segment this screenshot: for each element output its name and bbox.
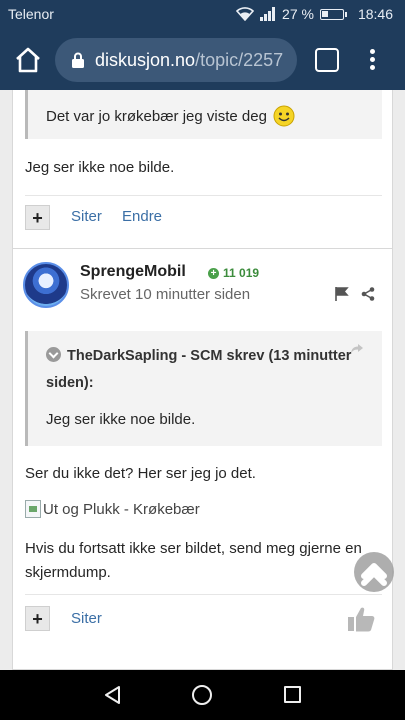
like-icon[interactable] xyxy=(347,605,375,633)
quote-block: TheDarkSapling - SCM skrev (13 minutter … xyxy=(25,331,382,446)
overflow-menu-icon[interactable] xyxy=(362,46,382,74)
browser-toolbar: diskusjon.no/topic/2257 xyxy=(0,30,405,90)
status-bar: Telenor 27 % 18:46 xyxy=(0,0,405,30)
quote-link[interactable]: Siter xyxy=(71,610,102,627)
recent-apps-icon[interactable] xyxy=(284,686,301,703)
post-paragraph: Ser du ikke det? Her ser jeg jo det. xyxy=(25,465,256,482)
url-host: diskusjon.no xyxy=(95,49,196,70)
multiquote-button[interactable]: + xyxy=(25,606,50,631)
quote-source-icon[interactable] xyxy=(350,343,364,355)
scroll-to-top-button[interactable] xyxy=(354,552,394,592)
quote-block: Det var jo krøkebær jeg viste deg xyxy=(25,90,382,139)
embedded-image[interactable]: Ut og Plukk - Krøkebær xyxy=(25,500,200,518)
collapse-icon[interactable] xyxy=(46,347,61,362)
tabs-icon[interactable] xyxy=(315,48,339,72)
post-timestamp: Skrevet 10 minutter siden xyxy=(80,286,251,303)
divider xyxy=(25,594,382,595)
carrier-label: Telenor xyxy=(8,6,54,22)
multiquote-button[interactable]: + xyxy=(25,205,50,230)
divider xyxy=(25,195,382,196)
post-card: SprengeMobil + 11 019 Skrevet 10 minutte… xyxy=(12,248,393,670)
url-field[interactable]: diskusjon.no/topic/2257 xyxy=(55,38,297,82)
avatar[interactable] xyxy=(23,262,69,308)
share-icon[interactable] xyxy=(361,287,375,301)
navigation-bar xyxy=(0,670,405,720)
edit-link[interactable]: Endre xyxy=(122,208,162,225)
post-body: Jeg ser ikke noe bilde. xyxy=(25,159,175,176)
home-icon[interactable] xyxy=(12,44,44,76)
url-path: /topic/2257 xyxy=(195,49,284,70)
chevron-up-icon xyxy=(361,563,387,586)
flag-icon[interactable] xyxy=(335,287,349,301)
battery-icon xyxy=(319,8,347,20)
smiley-icon xyxy=(273,105,295,127)
battery-percent: 27 % xyxy=(282,6,314,22)
clock: 18:46 xyxy=(357,6,393,22)
lock-icon xyxy=(72,52,84,68)
quote-link[interactable]: Siter xyxy=(71,208,102,225)
post-paragraph: Hvis du fortsatt ikke ser bildet, send m… xyxy=(25,540,362,581)
signal-icon xyxy=(260,7,276,21)
reputation-badge: + 11 019 xyxy=(208,266,259,280)
reputation-plus-icon: + xyxy=(208,267,219,279)
image-alt-text: Ut og Plukk - Krøkebær xyxy=(43,500,200,518)
author-name[interactable]: SprengeMobil xyxy=(80,263,186,281)
broken-image-icon xyxy=(25,500,41,518)
quote-text: Jeg ser ikke noe bilde. xyxy=(46,411,196,428)
back-icon[interactable] xyxy=(104,686,122,704)
home-circle-icon[interactable] xyxy=(192,685,212,705)
quote-header: TheDarkSapling - SCM skrev (13 minutter … xyxy=(46,348,352,391)
status-icons: 27 % 18:46 xyxy=(236,6,393,22)
page-content[interactable]: Det var jo krøkebær jeg viste deg Jeg se… xyxy=(0,90,405,670)
quote-text: Det var jo krøkebær jeg viste deg xyxy=(46,107,267,125)
wifi-icon xyxy=(236,7,255,21)
reputation-value: 11 019 xyxy=(223,266,260,280)
